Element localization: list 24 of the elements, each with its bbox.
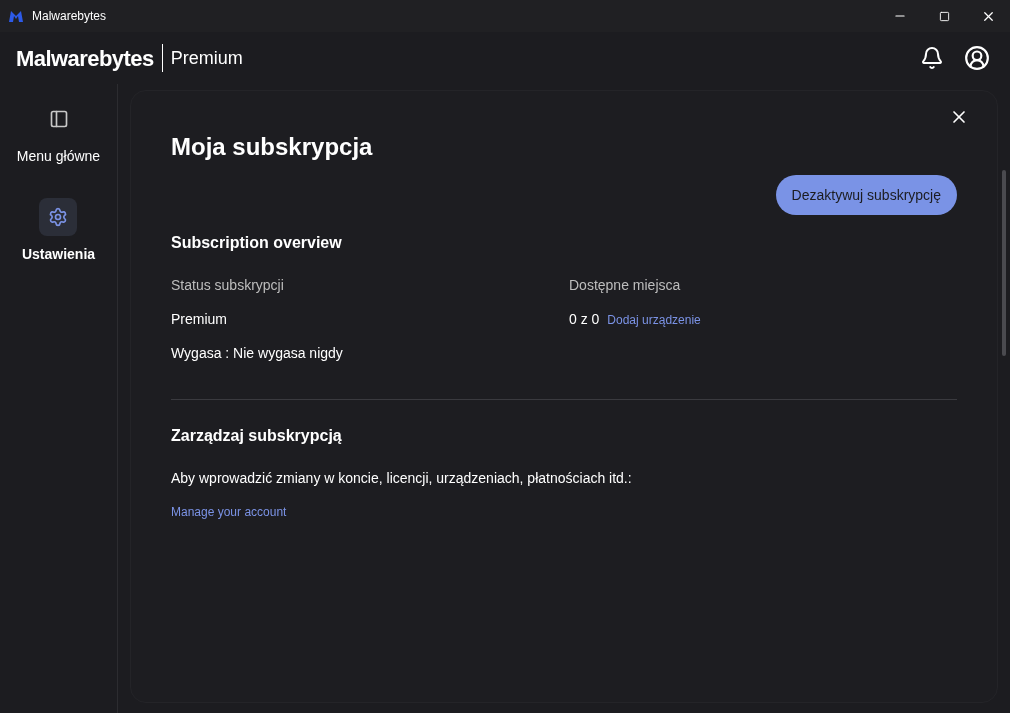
status-label: Status subskrypcji — [171, 276, 285, 295]
manage-description: Aby wprowadzić zmiany w koncie, licencji, urządzeniach, płatnościach itd.: — [171, 469, 633, 488]
scrollbar[interactable] — [1002, 170, 1006, 356]
seats-label: Dostępne miejsca — [569, 276, 682, 295]
window-title: Malwarebytes — [32, 8, 107, 24]
add-device-link[interactable]: Dodaj urządzenie — [607, 312, 701, 328]
logo-icon — [8, 9, 24, 23]
manage-account-link[interactable]: Manage your account — [171, 504, 287, 520]
deactivate-button[interactable]: Dezaktywuj subskrypcję — [775, 175, 957, 215]
seats-value: 0 z 0 — [569, 310, 600, 329]
notifications-icon[interactable] — [920, 46, 944, 70]
sidebar-item[interactable]: Menu główne — [16, 100, 101, 166]
settings-icon — [48, 207, 69, 227]
section-heading: Zarządzaj subskrypcją — [171, 426, 343, 446]
section-heading: Subscription overview — [171, 233, 343, 253]
account-icon[interactable] — [964, 45, 990, 71]
maximize-icon — [938, 10, 950, 22]
product-name: Premium — [170, 47, 243, 70]
sidebar-item[interactable]: Ustawienia — [21, 198, 96, 264]
expiry-text: Wygasa : Nie wygasa nigdy — [171, 344, 344, 363]
panel-icon — [48, 109, 69, 129]
panel-title: Moja subskrypcja — [171, 132, 374, 162]
status-value: Premium — [171, 310, 228, 329]
brand-logo: Malwarebytes — [16, 44, 154, 73]
